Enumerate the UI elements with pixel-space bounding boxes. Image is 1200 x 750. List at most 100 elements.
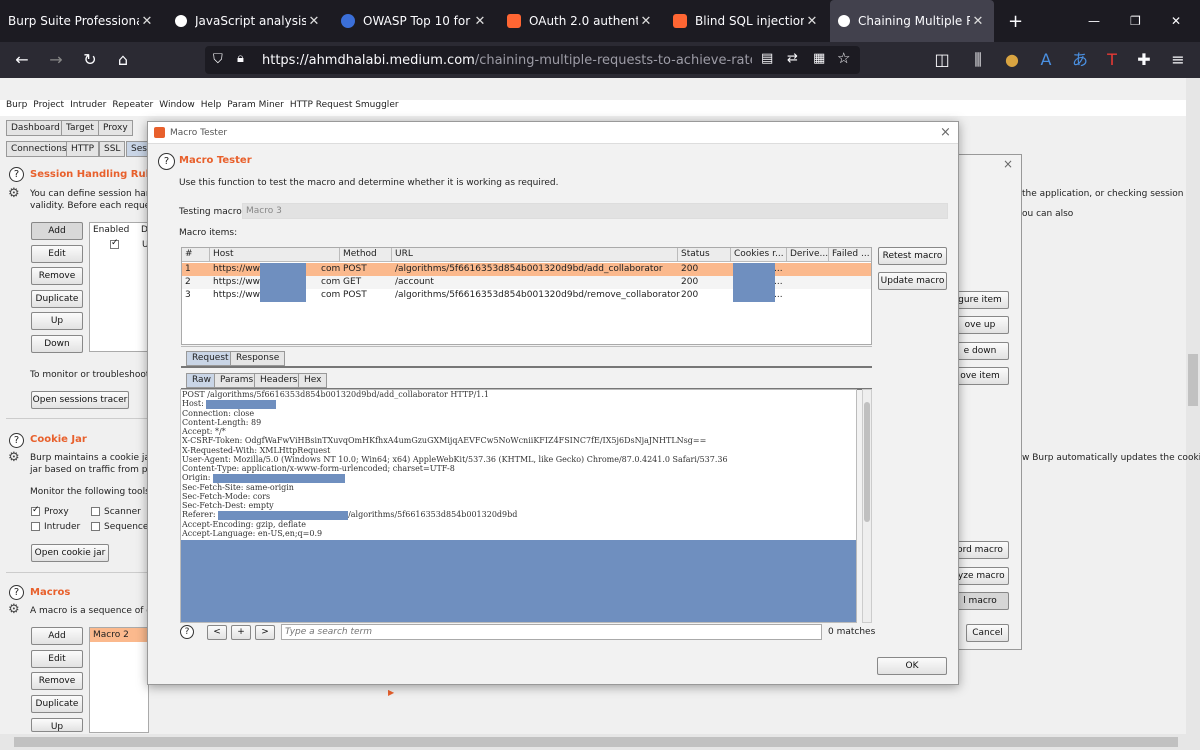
page-scrollbar[interactable] bbox=[1186, 78, 1200, 734]
browser-tab[interactable]: Blind SQL injection wit ✕ bbox=[665, 0, 828, 42]
bookmark-star-icon[interactable]: ☆ bbox=[837, 49, 850, 67]
extension-loca-icon[interactable]: ● bbox=[1000, 48, 1024, 72]
session-add-button[interactable]: Add bbox=[31, 222, 83, 240]
menu-param-miner[interactable]: Param Miner bbox=[227, 100, 284, 110]
session-duplicate-button[interactable]: Duplicate bbox=[31, 290, 83, 308]
editor-cancel-button[interactable]: Cancel bbox=[966, 624, 1009, 642]
move-up-button[interactable]: ove up bbox=[951, 316, 1009, 334]
macro-add-button[interactable]: Add bbox=[31, 627, 83, 645]
menu-help[interactable]: Help bbox=[201, 100, 222, 110]
menu-intruder[interactable]: Intruder bbox=[70, 100, 106, 110]
help-icon[interactable]: ? bbox=[158, 153, 175, 170]
editor-scrollbar[interactable] bbox=[862, 389, 872, 623]
help-icon[interactable]: ? bbox=[9, 433, 24, 448]
gear-icon[interactable]: ⚙ bbox=[8, 186, 20, 201]
retest-macro-button[interactable]: Retest macro bbox=[878, 247, 947, 265]
search-input[interactable] bbox=[281, 624, 822, 640]
horizontal-scrollbar[interactable] bbox=[0, 734, 1200, 750]
tab-request[interactable]: Request bbox=[186, 351, 235, 366]
close-icon[interactable]: ✕ bbox=[306, 14, 322, 29]
tab-connections[interactable]: Connections bbox=[6, 141, 72, 157]
remove-item-button[interactable]: ove item bbox=[951, 367, 1009, 385]
translate-alt-icon[interactable]: あ bbox=[1068, 48, 1092, 72]
browser-tab[interactable]: OAuth 2.0 authenticati ✕ bbox=[499, 0, 662, 42]
record-macro-button[interactable]: ord macro bbox=[951, 541, 1009, 559]
test-macro-button[interactable]: l macro bbox=[951, 592, 1009, 610]
back-arrow-icon[interactable]: ← bbox=[10, 48, 34, 72]
scrollbar-thumb[interactable] bbox=[1188, 354, 1198, 406]
move-down-button[interactable]: e down bbox=[951, 342, 1009, 360]
extensions-icon[interactable]: ✚ bbox=[1132, 48, 1156, 72]
dialog-close-button[interactable]: × bbox=[940, 125, 951, 140]
tab-dashboard[interactable]: Dashboard bbox=[6, 120, 65, 136]
session-rules-table[interactable]: Enabled D U bbox=[89, 222, 149, 352]
macro-items-table[interactable]: # Host Method URL Status Cookies r... De… bbox=[181, 247, 872, 345]
home-icon[interactable]: ⌂ bbox=[111, 48, 135, 72]
macro-edit-button[interactable]: Edit bbox=[31, 650, 83, 668]
translate-extension-icon[interactable]: A bbox=[1034, 48, 1058, 72]
tab-hex[interactable]: Hex bbox=[298, 373, 328, 388]
menu-hamburger-icon[interactable]: ≡ bbox=[1166, 48, 1190, 72]
rule-enabled-checkbox[interactable] bbox=[110, 238, 119, 249]
help-icon[interactable]: ? bbox=[9, 585, 24, 600]
browser-tab[interactable]: OWASP Top 10 for Wel ✕ bbox=[333, 0, 496, 42]
col-failed[interactable]: Failed ... bbox=[829, 248, 871, 262]
tampermonkey-icon[interactable]: T bbox=[1100, 48, 1124, 72]
col-host[interactable]: Host bbox=[210, 248, 340, 262]
menu-burp[interactable]: Burp bbox=[6, 100, 27, 110]
col-derived[interactable]: Derive... bbox=[787, 248, 829, 262]
browser-tab-active[interactable]: Chaining Multiple Req ✕ bbox=[830, 0, 994, 42]
update-macro-button[interactable]: Update macro bbox=[878, 272, 947, 290]
close-icon[interactable]: ✕ bbox=[139, 14, 155, 29]
proxy-checkbox[interactable] bbox=[31, 505, 40, 516]
next-match-button[interactable]: > bbox=[255, 625, 275, 640]
tab-proxy[interactable]: Proxy bbox=[98, 120, 133, 136]
browser-tab[interactable]: Burp Suite Professional ✕ bbox=[0, 0, 163, 42]
session-up-button[interactable]: Up bbox=[31, 312, 83, 330]
scrollbar-thumb[interactable] bbox=[14, 737, 1178, 747]
menu-window[interactable]: Window bbox=[159, 100, 195, 110]
menu-http-request-smuggler[interactable]: HTTP Request Smuggler bbox=[290, 100, 399, 110]
macros-list[interactable]: Macro 2 bbox=[89, 627, 149, 733]
scanner-checkbox[interactable] bbox=[91, 507, 100, 516]
col-index[interactable]: # bbox=[182, 248, 210, 262]
menu-repeater[interactable]: Repeater bbox=[112, 100, 153, 110]
tab-target[interactable]: Target bbox=[61, 120, 99, 136]
tab-ssl[interactable]: SSL bbox=[99, 141, 126, 157]
configure-item-button[interactable]: gure item bbox=[951, 291, 1009, 309]
session-remove-button[interactable]: Remove bbox=[31, 267, 83, 285]
tab-raw[interactable]: Raw bbox=[186, 373, 217, 388]
browser-tab[interactable]: JavaScript analysis lead ✕ bbox=[167, 0, 330, 42]
open-sessions-tracer-button[interactable]: Open sessions tracer bbox=[31, 391, 129, 409]
col-url[interactable]: URL bbox=[392, 248, 678, 262]
url-bar[interactable]: ⛉ 🔒︎ https://ahmdhalabi.medium.com/chain… bbox=[205, 46, 860, 74]
col-status[interactable]: Status bbox=[678, 248, 731, 262]
close-icon[interactable]: × bbox=[1003, 157, 1013, 171]
library-icon[interactable]: ⫼ bbox=[966, 48, 990, 72]
gear-icon[interactable]: ⚙ bbox=[8, 602, 20, 617]
menu-project[interactable]: Project bbox=[33, 100, 64, 110]
sequencer-checkbox[interactable] bbox=[91, 522, 100, 531]
ok-button[interactable]: OK bbox=[877, 657, 947, 675]
open-cookie-jar-button[interactable]: Open cookie jar bbox=[31, 544, 109, 562]
tab-params[interactable]: Params bbox=[214, 373, 260, 388]
session-down-button[interactable]: Down bbox=[31, 335, 83, 353]
col-cookies[interactable]: Cookies r... bbox=[731, 248, 787, 262]
tab-response[interactable]: Response bbox=[230, 351, 286, 366]
gear-icon[interactable]: ⚙ bbox=[8, 450, 20, 465]
scrollbar-thumb[interactable] bbox=[864, 402, 870, 522]
close-icon[interactable]: ✕ bbox=[638, 14, 654, 29]
prev-match-button[interactable]: < bbox=[207, 625, 227, 640]
session-edit-button[interactable]: Edit bbox=[31, 245, 83, 263]
intruder-checkbox[interactable] bbox=[31, 522, 40, 531]
forward-arrow-icon[interactable]: → bbox=[44, 48, 68, 72]
window-close-button[interactable]: ✕ bbox=[1163, 0, 1193, 42]
minimize-button[interactable]: — bbox=[1080, 0, 1110, 42]
help-icon[interactable]: ? bbox=[9, 167, 24, 182]
raw-request-editor[interactable]: POST /algorithms/5f6616353d854b001320d9b… bbox=[180, 389, 857, 623]
tab-headers[interactable]: Headers bbox=[254, 373, 304, 388]
close-icon[interactable]: ✕ bbox=[472, 14, 488, 29]
split-divider[interactable] bbox=[181, 346, 872, 347]
reload-icon[interactable]: ↻ bbox=[78, 48, 102, 72]
close-icon[interactable]: ✕ bbox=[970, 14, 986, 29]
